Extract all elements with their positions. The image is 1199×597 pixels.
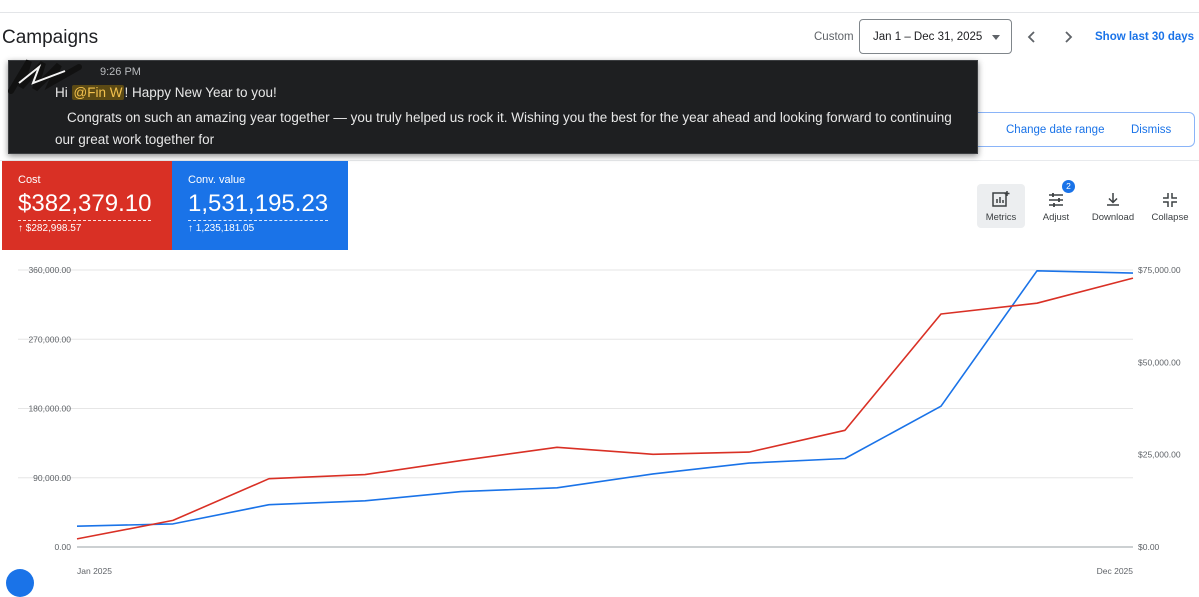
performance-chart: 0.00 90,000.00 180,000.00 270,000.00 360,000…: [0, 252, 1199, 579]
greeting-prefix: Hi: [55, 85, 72, 100]
right-axis-tick-label: $25,000.00: [1138, 450, 1181, 460]
left-axis-tick-label: 0.00: [54, 542, 71, 552]
chart-svg: 0.00 90,000.00 180,000.00 270,000.00 360,000…: [18, 265, 1181, 576]
left-axis-tick-label: 270,000.00: [28, 334, 71, 344]
adjust-icon: [1049, 193, 1063, 207]
cost-scorecard[interactable]: Cost $382,379.10 ↑ $282,998.57: [2, 161, 172, 250]
page-title: Campaigns: [2, 27, 99, 48]
conv-value-scorecard[interactable]: Conv. value 1,531,195.23 ↑ 1,235,181.05: [172, 161, 348, 250]
chat-message-overlay: 9:26 PM Hi @Fin W! Happy New Year to you…: [8, 59, 978, 154]
right-axis-tick-label: $75,000.00: [1138, 265, 1181, 275]
message-time: 9:26 PM: [100, 66, 141, 78]
collapse-label: Collapse: [1151, 212, 1189, 223]
conv-value-series-line: [76, 269, 1134, 527]
download-label: Download: [1091, 212, 1135, 223]
adjust-label: Adjust: [1042, 212, 1070, 223]
metrics-icon: [992, 191, 1010, 207]
next-period-button[interactable]: [1057, 25, 1079, 49]
date-range-select[interactable]: Jan 1 – Dec 31, 2025: [859, 19, 1012, 54]
change-date-range-link[interactable]: Change date range: [1006, 124, 1104, 136]
top-divider: [0, 12, 1199, 13]
help-fab-button[interactable]: [6, 569, 34, 597]
collapse-icon: [1163, 193, 1177, 207]
conv-value-delta: ↑ 1,235,181.05: [188, 223, 255, 234]
show-last-30-days-link[interactable]: Show last 30 days: [1095, 31, 1194, 43]
x-axis-tick-label: Jan 2025: [77, 566, 112, 576]
adjust-count-badge: 2: [1062, 180, 1075, 193]
notification-bar: Change date range Dismiss: [970, 112, 1195, 147]
previous-period-button[interactable]: [1021, 25, 1043, 49]
left-axis-tick-label: 180,000.00: [28, 404, 71, 414]
message-body: Congrats on such an amazing year togethe…: [55, 110, 952, 147]
metrics-label: Metrics: [985, 212, 1017, 223]
cost-value: $382,379.10: [18, 189, 152, 221]
left-axis-tick-label: 90,000.00: [33, 473, 71, 483]
date-range-value: Jan 1 – Dec 31, 2025: [873, 31, 983, 43]
chevron-left-icon: [1027, 31, 1035, 43]
x-axis-tick-label: Dec 2025: [1097, 566, 1134, 576]
right-axis-tick-label: $0.00: [1138, 542, 1160, 552]
message-greeting: Hi @Fin W! Happy New Year to you!: [55, 85, 277, 100]
dropdown-caret-icon: [992, 35, 1000, 40]
custom-range-label: Custom: [814, 31, 854, 43]
right-axis-tick-label: $50,000.00: [1138, 357, 1181, 367]
download-button[interactable]: Download: [1089, 184, 1137, 228]
conv-value-label: Conv. value: [188, 174, 246, 186]
left-axis-tick-label: 360,000.00: [28, 265, 71, 275]
dismiss-link[interactable]: Dismiss: [1131, 124, 1171, 136]
cost-label: Cost: [18, 174, 41, 186]
collapse-button[interactable]: Collapse: [1146, 184, 1194, 228]
greeting-suffix: ! Happy New Year to you!: [124, 85, 277, 100]
metrics-button[interactable]: Metrics: [977, 184, 1025, 228]
conv-value-value: 1,531,195.23: [188, 189, 329, 221]
download-icon: [1107, 193, 1119, 206]
user-mention[interactable]: @Fin W: [71, 85, 125, 100]
chevron-right-icon: [1065, 31, 1073, 43]
cost-delta: ↑ $282,998.57: [18, 223, 82, 234]
